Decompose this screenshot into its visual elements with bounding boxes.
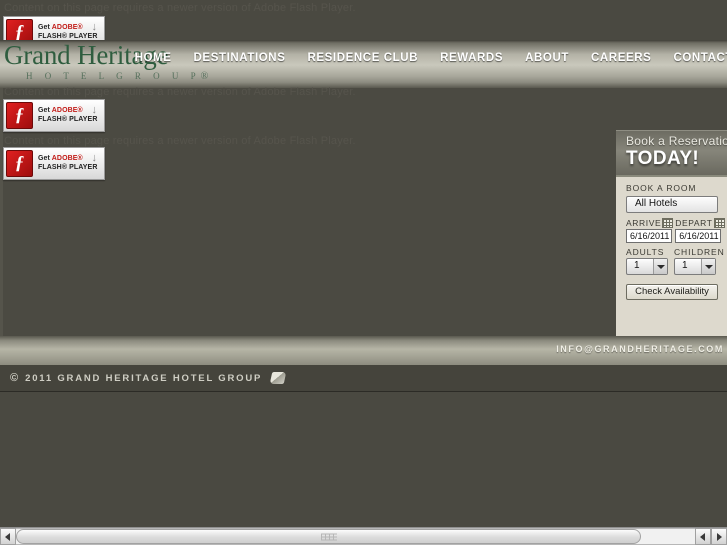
registered-mark-icon: ® <box>200 71 209 82</box>
book-a-room-label: BOOK A ROOM <box>626 183 697 193</box>
depart-label-text: DEPART <box>675 218 713 228</box>
booking-header: Book a Reservation TODAY! <box>616 130 727 175</box>
arrive-label: ARRIVE <box>626 218 674 228</box>
get-flash-player-badge-2[interactable]: Get ADOBE® FLASH® PLAYER ↓ <box>3 99 105 132</box>
scroll-right-button[interactable] <box>711 528 727 545</box>
download-arrow-icon-2: ↓ <box>91 104 98 116</box>
flash-notice-text-2: Content on this page requires a newer ve… <box>4 86 356 98</box>
footer-bar: © 2011 GRAND HERITAGE HOTEL GROUP <box>0 365 727 392</box>
children-group: CHILDREN 1 <box>674 247 725 275</box>
guests-row: ADULTS 1 CHILDREN 1 <box>626 247 727 275</box>
main-navigation: HOME DESTINATIONS RESIDENCE CLUB REWARDS… <box>113 52 727 64</box>
scroll-right-buttons <box>695 528 727 545</box>
browser-viewport: Content on this page requires a newer ve… <box>0 0 727 545</box>
flash-badge-text-1: Get ADOBE® FLASH® PLAYER <box>38 24 97 40</box>
flash-get-label-3: Get <box>38 155 52 163</box>
nav-item-rewards[interactable]: REWARDS <box>440 52 503 64</box>
booking-widget: Book a Reservation TODAY! BOOK A ROOM Al… <box>616 130 727 336</box>
flash-notice-text-3: Content on this page requires a newer ve… <box>4 135 356 147</box>
footer-logo-mark-icon <box>269 372 287 384</box>
flash-player-label-3: FLASH® PLAYER <box>38 163 98 171</box>
nav-item-about[interactable]: ABOUT <box>525 52 569 64</box>
site-header: Grand Heritage H O T E L G R O U P® HOME… <box>0 40 727 88</box>
copyright-text: 2011 GRAND HERITAGE HOTEL GROUP <box>25 372 263 384</box>
scroll-left-button-secondary[interactable] <box>695 528 711 545</box>
date-row: ARRIVE 6/16/2011 DEPART 6/16/2011 <box>626 218 727 243</box>
nav-item-contact[interactable]: CONTACT <box>673 52 727 64</box>
scrollbar-thumb[interactable] <box>16 529 641 544</box>
calendar-icon-arrive[interactable] <box>662 218 674 228</box>
arrive-date-input[interactable]: 6/16/2011 <box>626 229 672 243</box>
copyright-line: © 2011 GRAND HERITAGE HOTEL GROUP <box>10 372 287 384</box>
flash-badge-text-3: Get ADOBE® FLASH® PLAYER <box>38 155 97 171</box>
flash-adobe-label-1: ADOBE® <box>51 24 83 32</box>
flash-logo-icon-3 <box>6 150 33 177</box>
flash-get-label-1: Get <box>38 24 52 32</box>
check-availability-button[interactable]: Check Availability <box>626 284 718 300</box>
logo-sub-label: H O T E L G R O U P <box>26 71 201 81</box>
flash-badge-text-2: Get ADOBE® FLASH® PLAYER <box>38 107 97 123</box>
children-value: 1 <box>682 260 688 271</box>
flash-logo-icon-2 <box>6 102 33 129</box>
horizontal-scrollbar[interactable] <box>0 527 727 545</box>
depart-label: DEPART <box>675 218 725 228</box>
download-arrow-icon-1: ↓ <box>91 21 98 33</box>
nav-item-destinations[interactable]: DESTINATIONS <box>194 52 286 64</box>
hotel-select[interactable]: All Hotels <box>626 196 718 213</box>
footer-band: INFO@GRANDHERITAGE.COM <box>0 336 727 365</box>
copyright-symbol-icon: © <box>10 372 19 384</box>
chevron-down-icon-adults <box>653 259 667 274</box>
flash-get-label-2: Get <box>38 107 52 115</box>
booking-title: Book a Reservation <box>626 134 727 148</box>
get-flash-player-badge-3[interactable]: Get ADOBE® FLASH® PLAYER ↓ <box>3 147 105 180</box>
calendar-icon-depart[interactable] <box>713 218 725 228</box>
adults-label: ADULTS <box>626 247 665 257</box>
booking-form: BOOK A ROOM All Hotels ARRIVE 6/16/2011 … <box>616 175 727 336</box>
footer-email-link[interactable]: INFO@GRANDHERITAGE.COM <box>556 344 724 354</box>
nav-item-home[interactable]: HOME <box>135 52 172 64</box>
adults-select[interactable]: 1 <box>626 258 668 275</box>
logo-sub-text: H O T E L G R O U P® <box>26 71 208 82</box>
nav-item-careers[interactable]: CAREERS <box>591 52 651 64</box>
flash-notice-text-1: Content on this page requires a newer ve… <box>4 2 356 14</box>
flash-adobe-label-3: ADOBE® <box>51 155 83 163</box>
adults-group: ADULTS 1 <box>626 247 668 275</box>
arrive-date-group: ARRIVE 6/16/2011 <box>626 218 674 243</box>
adults-value: 1 <box>634 260 640 271</box>
scroll-left-button[interactable] <box>0 528 16 545</box>
depart-date-input[interactable]: 6/16/2011 <box>675 229 722 243</box>
chevron-down-icon-children <box>701 259 715 274</box>
children-select[interactable]: 1 <box>674 258 716 275</box>
booking-today-heading: TODAY! <box>626 148 700 169</box>
scrollbar-track[interactable] <box>16 528 695 545</box>
download-arrow-icon-3: ↓ <box>91 152 98 164</box>
nav-item-residence-club[interactable]: RESIDENCE CLUB <box>307 52 418 64</box>
children-label: CHILDREN <box>674 247 725 257</box>
flash-player-label-2: FLASH® PLAYER <box>38 115 98 123</box>
flash-adobe-label-2: ADOBE® <box>51 107 83 115</box>
arrive-label-text: ARRIVE <box>626 218 662 228</box>
depart-date-group: DEPART 6/16/2011 <box>675 218 725 243</box>
